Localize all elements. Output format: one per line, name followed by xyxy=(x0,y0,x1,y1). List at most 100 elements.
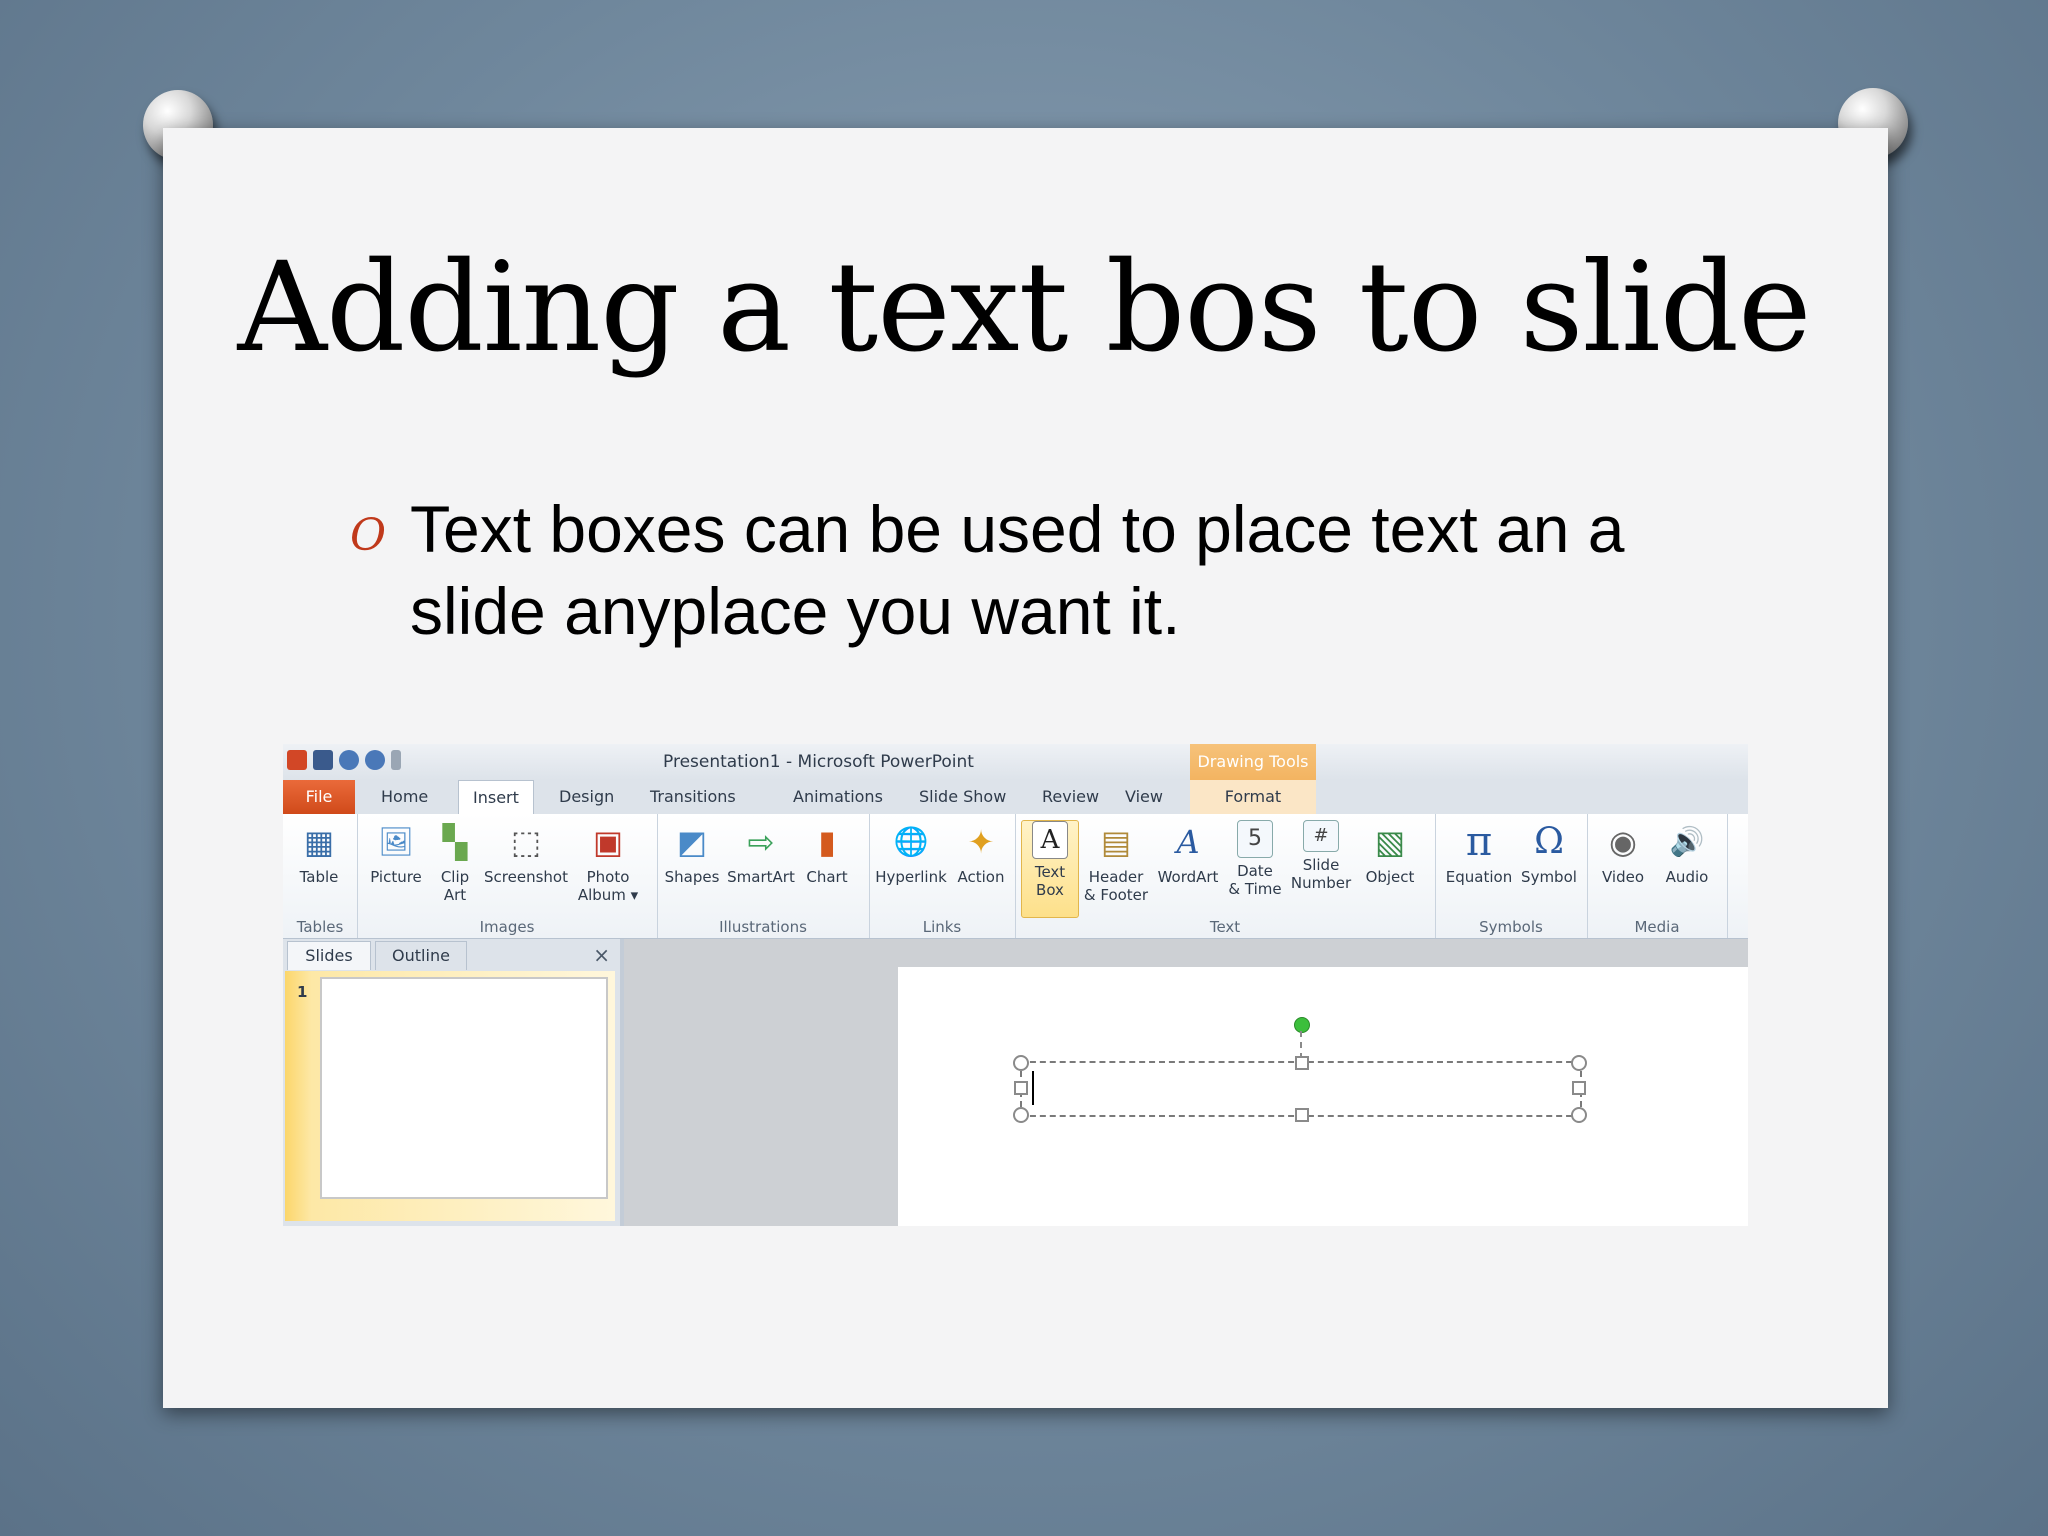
tab-slide-show[interactable]: Slide Show xyxy=(905,780,1020,814)
resize-handle-bottom-left[interactable] xyxy=(1013,1107,1029,1123)
tab-design[interactable]: Design xyxy=(545,780,628,814)
resize-handle-right[interactable] xyxy=(1572,1081,1586,1095)
text-box-button[interactable]: A Text Box xyxy=(1021,820,1079,918)
text-box-icon: A xyxy=(1032,821,1068,859)
audio-icon: 🔊 xyxy=(1669,825,1705,858)
header-footer-button[interactable]: ▤ Header & Footer xyxy=(1081,820,1151,904)
tab-format[interactable]: Format xyxy=(1190,780,1316,814)
customize-qat-icon[interactable] xyxy=(391,750,401,770)
group-label-links: Links xyxy=(922,918,962,936)
photo-album-label-1: Photo xyxy=(586,868,630,886)
slide-thumbnail[interactable] xyxy=(320,977,608,1199)
picture-button[interactable]: 🖼 Picture xyxy=(363,820,429,887)
photo-album-button[interactable]: ▣ Photo Album ▾ xyxy=(575,820,641,904)
table-label: Table xyxy=(299,868,339,886)
rotation-handle[interactable] xyxy=(1294,1017,1310,1033)
slides-pane: Slides Outline × 1 xyxy=(283,939,624,1226)
slide-thumbnail-number: 1 xyxy=(297,983,308,1001)
group-images: 🖼 Picture ▚ Clip Art ⬚ Screenshot ▣ Phot… xyxy=(357,814,658,938)
object-button[interactable]: ▧ Object xyxy=(1357,820,1423,886)
table-button[interactable]: ▦ Table xyxy=(289,820,349,886)
shapes-button[interactable]: ◩ Shapes xyxy=(661,820,723,886)
clip-art-label-1: Clip xyxy=(440,868,470,886)
group-label-text: Text xyxy=(1209,918,1241,936)
clip-art-button[interactable]: ▚ Clip Art xyxy=(433,820,477,904)
title-bar: Presentation1 - Microsoft PowerPoint Dra… xyxy=(283,744,1748,780)
video-label: Video xyxy=(1601,868,1645,886)
undo-icon[interactable] xyxy=(339,750,359,770)
tab-transitions[interactable]: Transitions xyxy=(636,780,750,814)
slide-canvas[interactable] xyxy=(898,967,1748,1226)
clip-art-icon: ▚ xyxy=(442,823,468,861)
tab-review[interactable]: Review xyxy=(1028,780,1113,814)
save-icon[interactable] xyxy=(313,750,333,770)
hyperlink-button[interactable]: 🌐 Hyperlink xyxy=(873,820,949,887)
close-pane-icon[interactable]: × xyxy=(593,943,610,967)
video-button[interactable]: ◉ Video xyxy=(1593,820,1653,886)
bullet-text-line-1: Text boxes can be used to place text an … xyxy=(410,492,1625,566)
header-footer-icon: ▤ xyxy=(1100,823,1132,861)
wordart-button[interactable]: A WordArt xyxy=(1153,820,1223,886)
resize-handle-top[interactable] xyxy=(1295,1056,1309,1070)
tab-outline[interactable]: Outline xyxy=(375,941,467,970)
resize-handle-bottom[interactable] xyxy=(1295,1108,1309,1122)
slide-thumbnail-area: 1 xyxy=(285,971,615,1221)
chart-icon: ▮ xyxy=(818,823,836,861)
smartart-button[interactable]: ⇨ SmartArt xyxy=(725,820,797,886)
audio-button[interactable]: 🔊 Audio xyxy=(1657,820,1717,887)
date-time-button[interactable]: 5 Date & Time xyxy=(1225,820,1285,898)
group-text: A Text Box ▤ Header & Footer A WordArt 5… xyxy=(1015,814,1436,938)
hyperlink-icon: 🌐 xyxy=(893,825,929,858)
group-links: 🌐 Hyperlink ✦ Action Links xyxy=(869,814,1016,938)
text-caret xyxy=(1032,1071,1034,1105)
ribbon-tabs: File Home Insert Design Transitions Anim… xyxy=(283,780,1748,816)
equation-icon: π xyxy=(1465,819,1493,865)
powerpoint-screenshot: Presentation1 - Microsoft PowerPoint Dra… xyxy=(283,744,1748,1226)
text-box-label-1: Text xyxy=(1034,863,1066,881)
bullet-text-line-2: slide anyplace you want it. xyxy=(410,574,1181,648)
equation-button[interactable]: π Equation xyxy=(1441,820,1517,886)
bullet-text: Text boxes can be used to place text an … xyxy=(410,488,1624,652)
video-icon: ◉ xyxy=(1609,823,1637,861)
wordart-icon: A xyxy=(1176,823,1200,861)
action-button[interactable]: ✦ Action xyxy=(953,820,1009,886)
smartart-label: SmartArt xyxy=(727,868,795,886)
symbol-icon: Ω xyxy=(1534,821,1564,862)
text-box-label-2: Box xyxy=(1036,881,1064,899)
slide-number-label-2: Number xyxy=(1290,874,1352,892)
wordart-label: WordArt xyxy=(1157,868,1219,886)
date-time-label-2: & Time xyxy=(1228,880,1282,898)
photo-album-icon: ▣ xyxy=(592,823,624,861)
object-label: Object xyxy=(1365,868,1415,886)
tab-insert[interactable]: Insert xyxy=(458,780,534,816)
group-label-images: Images xyxy=(479,918,535,936)
screenshot-label: Screenshot xyxy=(484,868,568,886)
tab-view[interactable]: View xyxy=(1111,780,1177,814)
powerpoint-logo-icon xyxy=(287,750,307,770)
screenshot-icon: ⬚ xyxy=(510,823,542,861)
table-icon: ▦ xyxy=(303,823,335,861)
tab-animations[interactable]: Animations xyxy=(779,780,897,814)
smartart-icon: ⇨ xyxy=(747,823,775,861)
symbol-button[interactable]: Ω Symbol xyxy=(1519,820,1579,887)
group-symbols: π Equation Ω Symbol Symbols xyxy=(1435,814,1588,938)
slide-number-button[interactable]: # Slide Number xyxy=(1287,820,1355,892)
tab-slides[interactable]: Slides xyxy=(287,941,371,970)
tab-file[interactable]: File xyxy=(283,780,355,814)
rotation-handle-line xyxy=(1300,1031,1302,1059)
screenshot-button[interactable]: ⬚ Screenshot xyxy=(479,820,573,886)
chart-button[interactable]: ▮ Chart xyxy=(799,820,855,886)
tab-home[interactable]: Home xyxy=(367,780,442,814)
group-label-illustrations: Illustrations xyxy=(719,918,807,936)
shapes-icon: ◩ xyxy=(676,823,708,861)
insert-ribbon: ▦ Table Tables 🖼 Picture ▚ Clip Art ⬚ Sc… xyxy=(283,814,1748,939)
resize-handle-left[interactable] xyxy=(1014,1081,1028,1095)
resize-handle-top-right[interactable] xyxy=(1571,1055,1587,1071)
quick-access-toolbar xyxy=(287,750,401,770)
resize-handle-bottom-right[interactable] xyxy=(1571,1107,1587,1123)
group-label-symbols: Symbols xyxy=(1479,918,1543,936)
redo-icon[interactable] xyxy=(365,750,385,770)
resize-handle-top-left[interactable] xyxy=(1013,1055,1029,1071)
window-title: Presentation1 - Microsoft PowerPoint xyxy=(663,752,974,772)
object-icon: ▧ xyxy=(1374,823,1406,861)
